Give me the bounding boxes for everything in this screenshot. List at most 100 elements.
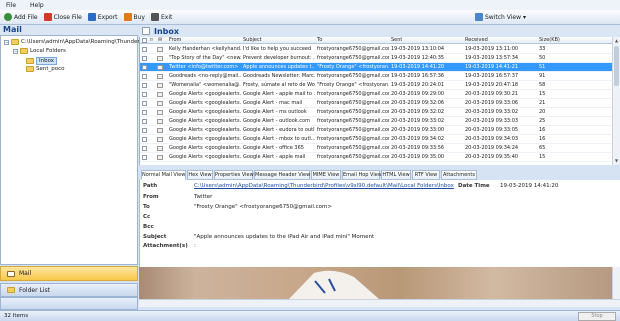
cell-subject: I'd like to help you succeed	[243, 46, 312, 52]
row-checkbox[interactable]	[142, 110, 147, 115]
menu-help[interactable]: Help	[30, 2, 44, 9]
cell-from: Google Alerts <googlealerts...	[169, 109, 241, 115]
nav-folder-list-button[interactable]: Folder List	[0, 283, 138, 297]
cell-size: 15	[539, 91, 546, 97]
tab-message-header-view[interactable]: Message Header View	[254, 170, 310, 180]
table-row[interactable]: Google Alerts <googlealerts... Google Ale…	[140, 144, 612, 153]
grid-vertical-scrollbar[interactable]: ▲ ▼	[612, 37, 620, 165]
switch-view-label: Switch View	[485, 13, 521, 21]
folder-tree[interactable]: − C:\Users\admin\AppData\Roaming\Thunder…	[0, 35, 150, 265]
scroll-down-icon[interactable]: ▼	[614, 158, 619, 164]
col-size[interactable]: Size(KB)	[539, 37, 560, 44]
table-row[interactable]: Google Alerts <googlealerts... Google Ale…	[140, 126, 612, 135]
col-sent[interactable]: Sent	[391, 37, 402, 44]
tree-local-folders[interactable]: − Local Folders	[13, 48, 66, 54]
col-received[interactable]: Received	[465, 37, 488, 44]
mail-details: Path C:\Users\admin\AppData\Roaming\Thun…	[139, 180, 620, 267]
scroll-thumb[interactable]	[614, 46, 619, 86]
row-checkbox[interactable]	[142, 119, 147, 124]
row-checkbox[interactable]	[142, 56, 147, 61]
cell-subject: Goodreads Newsletter: Marc...	[243, 73, 315, 79]
mail-preview-image	[139, 267, 612, 299]
attachment-column-icon: ⌑	[150, 37, 153, 43]
row-checkbox[interactable]	[142, 65, 147, 70]
cell-sent: 20-03-2019 09:33:02	[391, 118, 445, 124]
tab-normal-mail-view[interactable]: Normal Mail View	[141, 170, 186, 180]
collapse-icon[interactable]: −	[4, 39, 9, 45]
row-checkbox[interactable]	[142, 83, 147, 88]
row-checkbox[interactable]	[142, 146, 147, 151]
col-to[interactable]: To	[317, 37, 322, 44]
cell-received: 19-03-2019 13:11:00	[465, 46, 519, 52]
exit-button[interactable]: Exit	[151, 13, 172, 21]
tab-hex-view[interactable]: Hex View	[187, 170, 213, 180]
table-row[interactable]: Google Alerts <googlealerts... Google Ale…	[140, 90, 612, 99]
cell-to: frostyorange6750@gmail.com	[317, 145, 389, 151]
tree-inbox[interactable]: Inbox	[26, 57, 58, 65]
cell-from: Google Alerts <googlealerts...	[169, 145, 241, 151]
menu-file[interactable]: File	[6, 2, 16, 9]
table-row[interactable]: Kelly Handerhan <kellyhand... I'd like to…	[140, 45, 612, 54]
path-value[interactable]: C:\Users\admin\AppData\Roaming\Thunderbi…	[194, 183, 454, 189]
row-checkbox[interactable]	[142, 137, 147, 142]
table-row[interactable]: "Top Story of the Day" <new... Prevent de…	[140, 54, 612, 63]
cell-to: "Frosty Orange" <frostyoran...	[317, 64, 389, 70]
row-checkbox[interactable]	[142, 128, 147, 133]
read-column-icon: ✉	[158, 37, 163, 43]
tab-email-hop-view[interactable]: Email Hop View	[342, 170, 382, 180]
datetime-value: 19-03-2019 14:41:20	[500, 183, 559, 189]
preview-horizontal-scrollbar[interactable]	[139, 299, 620, 307]
table-row[interactable]: Google Alerts <googlealerts... Google Ale…	[140, 99, 612, 108]
preview-vertical-scrollbar[interactable]	[612, 267, 620, 299]
mail-pane-title: Mail	[0, 25, 138, 35]
cell-to: frostyorange6750@gmail.com	[317, 118, 389, 124]
add-file-button[interactable]: Add File	[4, 13, 38, 21]
row-checkbox[interactable]	[142, 155, 147, 160]
tree-root[interactable]: − C:\Users\admin\AppData\Roaming\Thunder…	[4, 39, 150, 45]
select-all-checkbox[interactable]	[142, 38, 147, 43]
tree-sent[interactable]: Sent_poco	[26, 66, 65, 72]
table-row[interactable]: Google Alerts <googlealerts... Google Ale…	[140, 108, 612, 117]
table-row[interactable]: Google Alerts <googlealerts... Google Ale…	[140, 153, 612, 162]
tab-rtf-view[interactable]: RTF View	[412, 170, 440, 180]
envelope-icon	[157, 65, 163, 70]
tab-mime-view[interactable]: MIME View	[311, 170, 341, 180]
table-row[interactable]: Goodreads <no-reply@mail... Goodreads New…	[140, 72, 612, 81]
cell-subject: Google Alert - eudora to outl...	[243, 127, 315, 133]
tab-html-view[interactable]: HTML View	[381, 170, 411, 180]
collapse-icon[interactable]: −	[13, 48, 18, 54]
nav-folder-list-label: Folder List	[19, 286, 50, 294]
email-grid[interactable]: ⌑ ✉ From Subject To Sent Received Size(K…	[139, 37, 612, 165]
stop-button[interactable]: Stop	[578, 312, 616, 321]
row-checkbox[interactable]	[142, 74, 147, 79]
export-button[interactable]: Export	[87, 13, 118, 21]
cell-from: Twitter <info@twitter.com>	[169, 64, 239, 70]
col-from[interactable]: From	[169, 37, 181, 44]
table-row[interactable]: Google Alerts <googlealerts... Google Ale…	[140, 135, 612, 144]
cell-size: 21	[539, 100, 546, 106]
buy-button[interactable]: Buy	[123, 13, 145, 21]
cell-size: 58	[539, 82, 546, 88]
tab-properties-view[interactable]: Properties View	[214, 170, 254, 180]
cell-received: 20-03-2019 09:33:05	[465, 127, 519, 133]
table-row[interactable]: Google Alerts <googlealerts... Google Ale…	[140, 117, 612, 126]
close-file-button[interactable]: Close File	[43, 13, 82, 21]
table-row[interactable]: "Womenalia" <womenalia@... Frosty, súmate…	[140, 81, 612, 90]
col-subject[interactable]: Subject	[243, 37, 262, 44]
cell-size: 65	[539, 145, 546, 151]
row-checkbox[interactable]	[142, 47, 147, 52]
envelope-icon	[157, 155, 163, 160]
tab-attachments[interactable]: Attachments	[441, 170, 477, 180]
table-row[interactable]: Twitter <info@twitter.com> Apple announce…	[140, 63, 612, 72]
cell-subject: Google Alert - ms outlook	[243, 109, 307, 115]
cell-received: 19-03-2019 14:41:21	[465, 64, 519, 70]
switch-view-button[interactable]: Switch View ▾	[475, 13, 526, 21]
row-checkbox[interactable]	[142, 101, 147, 106]
cell-to: frostyorange6750@gmail.com	[317, 100, 389, 106]
folder-icon	[11, 39, 19, 45]
nav-mail-button[interactable]: Mail	[0, 266, 138, 281]
cell-from: Google Alerts <googlealerts...	[169, 118, 241, 124]
scroll-up-icon[interactable]: ▲	[614, 38, 619, 44]
row-checkbox[interactable]	[142, 92, 147, 97]
exit-label: Exit	[161, 13, 173, 21]
